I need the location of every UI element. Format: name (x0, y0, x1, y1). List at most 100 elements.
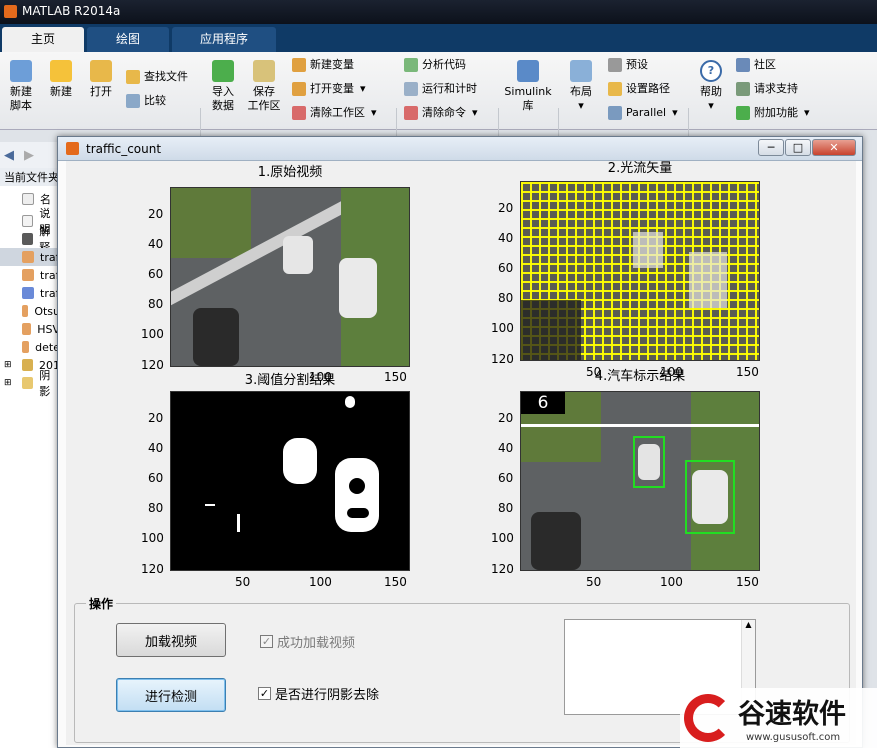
y-tick-label: 100 (141, 531, 164, 545)
y-tick-label: 80 (498, 501, 514, 515)
brand-logo-icon (684, 694, 732, 742)
plot4-title: 4.汽车标示结果 (594, 369, 686, 384)
set-path-icon (608, 82, 622, 96)
new-button[interactable]: 新建 (44, 60, 78, 99)
y-tick-label: 80 (148, 501, 164, 515)
save-workspace-button[interactable]: 保存 工作区 (244, 60, 284, 113)
new-script-button[interactable]: 新建 脚本 (4, 60, 38, 113)
close-button[interactable]: ✕ (812, 139, 856, 156)
simulink-icon (517, 60, 539, 82)
folder-icon (22, 377, 34, 389)
forward-arrow-icon[interactable]: ▶ (24, 148, 34, 163)
clear-workspace-button[interactable]: 清除工作区 ▾ (292, 106, 377, 120)
run-and-time-button[interactable]: 运行和计时 (404, 82, 477, 96)
maximize-icon: □ (792, 141, 804, 154)
layout-button[interactable]: 布局 ▾ (564, 60, 598, 113)
counting-line (521, 424, 759, 427)
analyze-code-icon (404, 58, 418, 72)
import-data-button[interactable]: 导入 数据 (206, 60, 240, 113)
minimize-icon: ─ (767, 141, 775, 154)
y-tick-label: 20 (148, 207, 164, 221)
figure-title: traffic_count (86, 142, 162, 156)
chevron-down-icon: ▾ (371, 106, 377, 119)
list-item[interactable]: ⊞ 阴影 (0, 369, 60, 398)
watermark: 谷速软件 www.gususoft.com (680, 688, 877, 748)
detect-button[interactable]: 进行检测 (116, 678, 226, 712)
y-tick-label: 80 (498, 291, 514, 305)
list-item[interactable]: HSV (0, 320, 60, 338)
request-support-icon (736, 82, 750, 96)
y-tick-label: 120 (141, 562, 164, 576)
load-video-button[interactable]: 加载视频 (116, 623, 226, 657)
y-tick-label: 40 (148, 441, 164, 455)
analyze-code-button[interactable]: 分析代码 (404, 58, 466, 72)
scroll-up-icon[interactable]: ▲ (742, 620, 755, 629)
tab-plots[interactable]: 绘图 (87, 27, 169, 52)
image-file-icon (22, 233, 34, 245)
list-item[interactable]: Otsu (0, 302, 60, 320)
y-tick-label: 60 (148, 267, 164, 281)
parallel-button[interactable]: Parallel ▾ (608, 106, 678, 120)
new-variable-button[interactable]: 新建变量 (292, 58, 354, 72)
clear-commands-button[interactable]: 清除命令 ▾ (404, 106, 478, 120)
matlab-file-icon (22, 341, 30, 353)
back-arrow-icon[interactable]: ◀ (4, 148, 14, 163)
y-tick-label: 120 (491, 352, 514, 366)
figure-window: traffic_count ─ □ ✕ 1.原始视频 20 40 60 80 1… (57, 136, 863, 748)
vehicle-detection-image: 6 (520, 391, 760, 571)
watermark-url: www.gususoft.com (746, 732, 841, 743)
preferences-button[interactable]: 预设 (608, 58, 648, 72)
open-variable-button[interactable]: 打开变量 ▾ (292, 82, 366, 96)
x-tick-label: 100 (309, 575, 332, 589)
matlab-file-icon (22, 305, 29, 317)
set-path-button[interactable]: 设置路径 (608, 82, 670, 96)
maximize-button[interactable]: □ (785, 139, 811, 156)
community-button[interactable]: 社区 (736, 58, 776, 72)
find-files-button[interactable]: 查找文件 (126, 70, 188, 84)
list-item[interactable]: 解释 (0, 225, 60, 254)
expand-icon[interactable]: ⊞ (4, 378, 12, 388)
compare-button[interactable]: 比较 (126, 94, 166, 108)
shadow-removal-checkbox[interactable]: ✓ 是否进行阴影去除 (258, 684, 379, 703)
community-icon (736, 58, 750, 72)
y-tick-label: 20 (148, 411, 164, 425)
open-button[interactable]: 打开 (84, 60, 118, 99)
y-tick-label: 40 (498, 231, 514, 245)
add-ons-button[interactable]: 附加功能 ▾ (736, 106, 810, 120)
compare-icon (126, 94, 140, 108)
chevron-down-icon: ▾ (708, 99, 714, 112)
threshold-segmentation-image (170, 391, 410, 571)
current-folder-pane: 当前文件夹 名 说明 解释 traf traf traf Otsu HSV de… (0, 168, 60, 748)
expand-icon[interactable]: ⊞ (4, 360, 12, 370)
matlab-file-icon (22, 323, 32, 335)
y-tick-label: 20 (498, 201, 514, 215)
original-video-image (170, 187, 410, 367)
request-support-button[interactable]: 请求支持 (736, 82, 798, 96)
x-tick-label: 150 (736, 575, 759, 589)
new-variable-icon (292, 58, 306, 72)
gui-file-icon (22, 287, 34, 299)
simulink-library-button[interactable]: Simulink 库 (504, 60, 552, 113)
list-item[interactable]: traf (0, 266, 60, 284)
help-button[interactable]: ? 帮助 ▾ (694, 60, 728, 113)
plot1-title: 1.原始视频 (257, 165, 323, 180)
load-success-checkbox: ✓ 成功加载视频 (260, 635, 356, 651)
plot2-title: 2.光流矢量 (607, 161, 673, 176)
layout-icon (570, 60, 592, 82)
find-files-icon (126, 70, 140, 84)
chevron-down-icon: ▾ (578, 99, 584, 112)
help-icon: ? (700, 60, 722, 82)
tab-home[interactable]: 主页 (2, 27, 84, 52)
list-item[interactable]: traf (0, 284, 60, 302)
y-tick-label: 60 (148, 471, 164, 485)
minimize-button[interactable]: ─ (758, 139, 784, 156)
list-item[interactable]: traf (0, 248, 60, 266)
optical-flow-image (520, 181, 760, 361)
y-tick-label: 100 (141, 327, 164, 341)
tab-apps[interactable]: 应用程序 (172, 27, 276, 52)
list-item[interactable]: dete (0, 338, 60, 356)
matlab-logo-icon (4, 5, 17, 18)
y-tick-label: 60 (498, 471, 514, 485)
y-tick-label: 40 (148, 237, 164, 251)
matlab-file-icon (22, 269, 34, 281)
